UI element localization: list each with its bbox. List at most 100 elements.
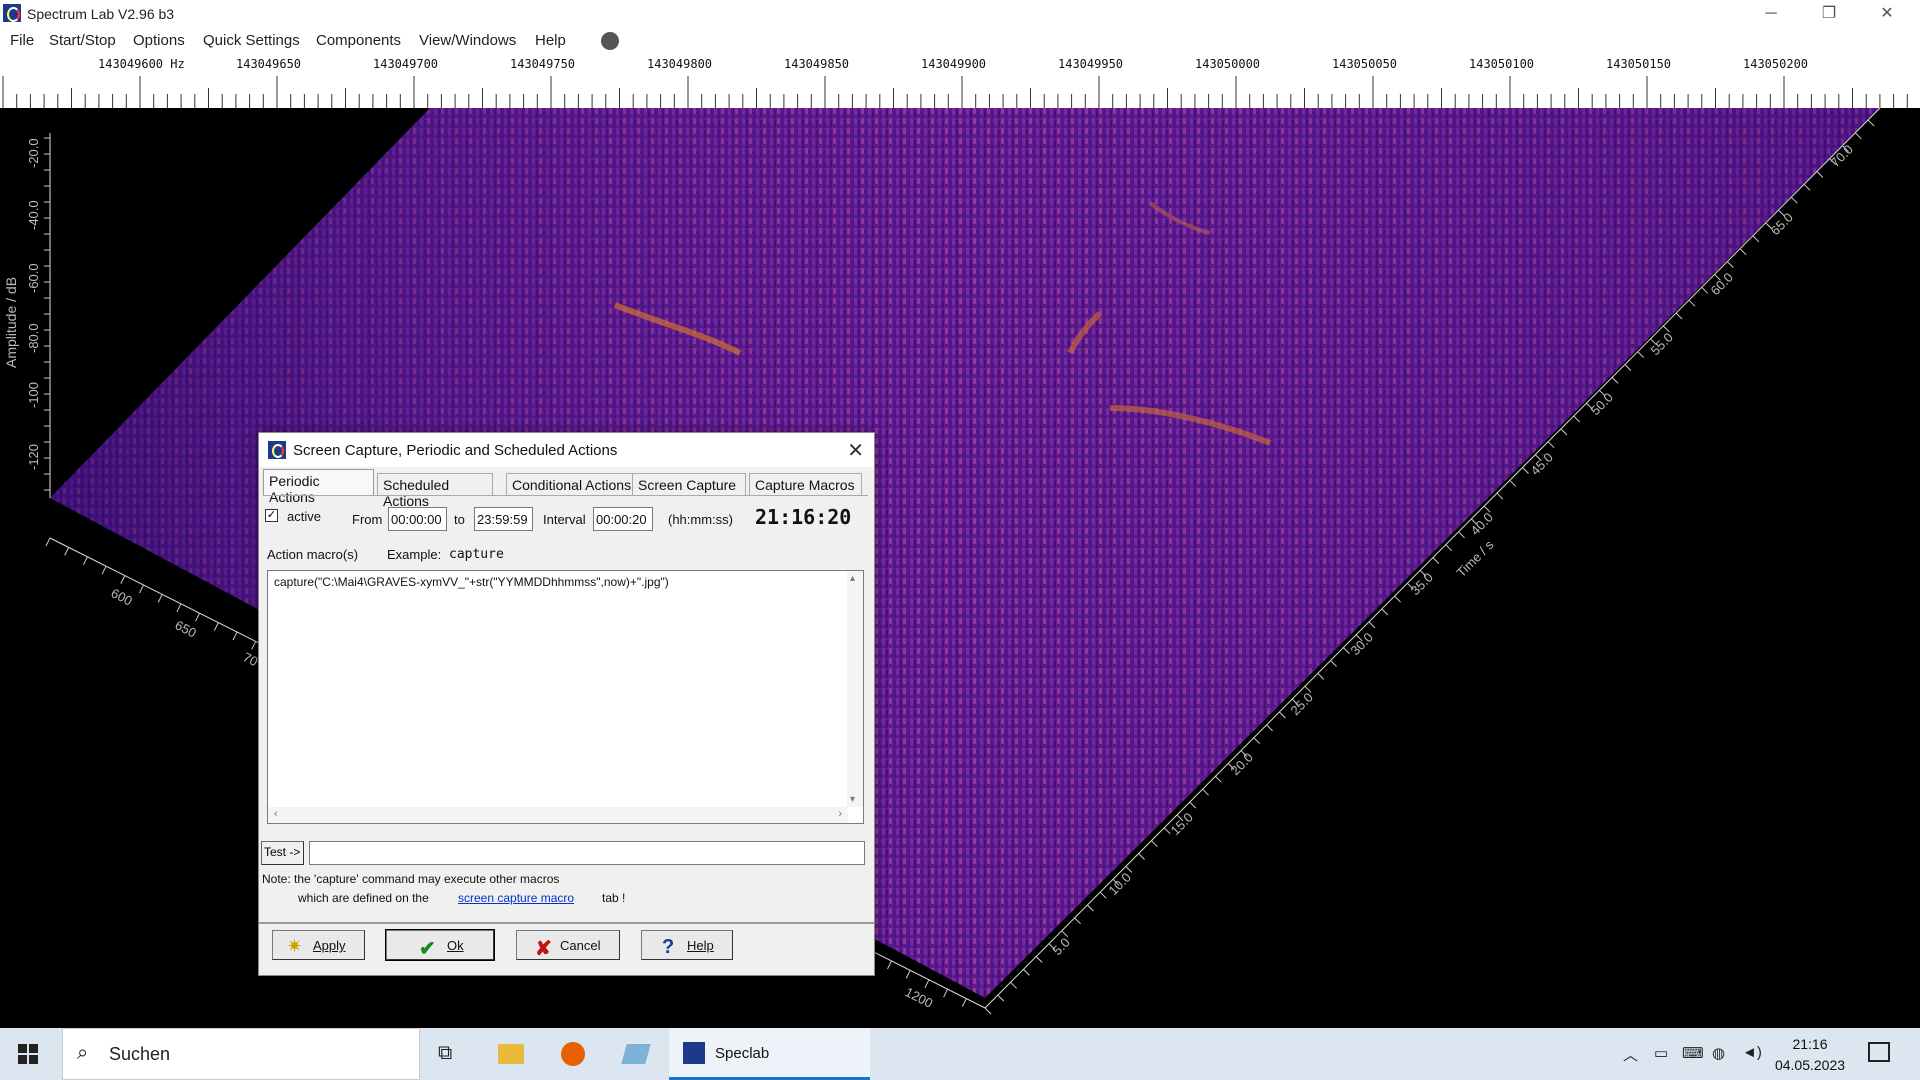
- time-axis-tick: [1138, 853, 1145, 860]
- example-label: Example:: [387, 547, 442, 562]
- tray-network-icon[interactable]: ◍: [1712, 1044, 1725, 1062]
- tab-conditional-actions[interactable]: Conditional Actions: [506, 473, 641, 495]
- test-button[interactable]: Test ->: [261, 841, 304, 865]
- time-axis-tick: [1688, 299, 1696, 307]
- tray-volume-icon[interactable]: ◄): [1742, 1044, 1762, 1061]
- macro-text[interactable]: capture("C:\Mai4\GRAVES-xymVV_"+str("YYM…: [274, 575, 669, 589]
- time-axis-tick: [1023, 969, 1030, 976]
- from-time-input[interactable]: [388, 507, 447, 531]
- tray-ime-icon[interactable]: ⌨: [1682, 1044, 1704, 1062]
- stop-indicator-icon[interactable]: [601, 32, 619, 50]
- taskbar-search-box[interactable]: ⌕ Suchen: [62, 1028, 420, 1080]
- time-axis-tick: [1790, 196, 1798, 204]
- app-shortcut-icon[interactable]: [621, 1044, 651, 1064]
- cancel-button[interactable]: ✘ Cancel: [516, 930, 620, 960]
- vertical-scrollbar[interactable]: ▴ ▾: [847, 571, 863, 807]
- amplitude-tick: -100: [26, 382, 41, 408]
- ok-button[interactable]: ✔ Ok: [385, 929, 495, 961]
- active-checkbox[interactable]: ✓: [265, 509, 278, 522]
- tab-scheduled-actions[interactable]: Scheduled Actions: [377, 473, 493, 509]
- time-axis-label: Time / s: [1454, 537, 1497, 580]
- time-axis-tick: [1547, 441, 1555, 449]
- title-bar: Spectrum Lab V2.96 b3 ─ ❐ ✕: [0, 0, 1920, 28]
- time-axis-tick: [1803, 183, 1811, 191]
- tab-periodic-actions[interactable]: Periodic Actions: [263, 469, 374, 505]
- interval-label: Interval: [543, 512, 586, 527]
- taskbar-speclab-button[interactable]: Speclab: [669, 1028, 870, 1080]
- to-time-input[interactable]: [474, 507, 533, 531]
- time-tick: 35.0: [1408, 570, 1437, 599]
- dialog-close-icon[interactable]: ✕: [847, 438, 864, 463]
- time-axis-tick: [1611, 377, 1619, 384]
- time-axis-tick: [1726, 261, 1734, 268]
- file-explorer-icon[interactable]: [498, 1044, 524, 1064]
- notification-center-icon[interactable]: [1868, 1042, 1890, 1062]
- time-axis-tick: [1560, 428, 1568, 436]
- test-command-input[interactable]: [309, 841, 865, 865]
- example-value: capture: [449, 547, 504, 562]
- apply-button[interactable]: ✷ Apply: [272, 930, 365, 960]
- time-axis-tick: [1637, 351, 1645, 358]
- time-axis-tick: [1816, 171, 1824, 178]
- question-icon: ?: [662, 936, 675, 958]
- frequency-ruler: 143049600 Hz 143049650 143049700 1430497…: [0, 54, 1920, 108]
- scroll-right-icon[interactable]: ›: [838, 808, 842, 820]
- tab-capture-macros[interactable]: Capture Macros: [749, 473, 862, 495]
- menu-start-stop[interactable]: Start/Stop: [49, 32, 116, 49]
- time-axis-tick: [1368, 621, 1376, 629]
- time-axis-tick: [1458, 531, 1465, 539]
- macro-editor[interactable]: capture("C:\Mai4\GRAVES-xymVV_"+str("YYM…: [267, 570, 864, 824]
- bin-axis-tick: [195, 612, 201, 622]
- time-axis-tick: [1189, 801, 1197, 809]
- tray-clock-time[interactable]: 21:16: [1774, 1036, 1846, 1052]
- menu-help[interactable]: Help: [535, 32, 566, 49]
- scroll-up-icon[interactable]: ▴: [850, 573, 855, 584]
- firefox-icon[interactable]: [561, 1042, 585, 1066]
- time-axis-tick: [1074, 917, 1081, 925]
- tab-screen-capture[interactable]: Screen Capture: [632, 473, 746, 495]
- task-view-icon[interactable]: ⧉: [438, 1042, 452, 1065]
- time-axis-tick: [1624, 364, 1632, 371]
- menu-options[interactable]: Options: [133, 32, 185, 49]
- time-axis-tick: [1752, 235, 1760, 243]
- interval-input[interactable]: [593, 507, 653, 531]
- scroll-left-icon[interactable]: ‹: [274, 808, 278, 820]
- scroll-down-icon[interactable]: ▾: [850, 794, 855, 805]
- time-axis-tick: [1445, 544, 1453, 552]
- horizontal-scrollbar[interactable]: ‹ ›: [268, 807, 848, 823]
- time-axis-tick: [1087, 904, 1094, 912]
- time-axis-tick: [1279, 711, 1286, 719]
- note-line-2: which are defined on the: [298, 891, 429, 905]
- menu-file[interactable]: File: [10, 32, 34, 49]
- bin-axis-tick: [139, 584, 144, 594]
- time-axis-tick: [1125, 866, 1133, 873]
- time-axis-tick: [1432, 557, 1440, 564]
- time-tick: 30.0: [1348, 630, 1377, 659]
- time-axis-tick: [1215, 775, 1222, 783]
- search-placeholder: Suchen: [109, 1044, 171, 1064]
- time-axis-tick: [1099, 891, 1107, 899]
- menu-view-windows[interactable]: View/Windows: [419, 32, 516, 49]
- close-button[interactable]: ✕: [1864, 0, 1910, 28]
- menu-quick-settings[interactable]: Quick Settings: [203, 32, 300, 49]
- tray-device-icon[interactable]: ▭: [1654, 1044, 1668, 1062]
- tray-chevron-up-icon[interactable]: ︿: [1623, 1044, 1638, 1065]
- time-axis-tick: [1854, 132, 1862, 140]
- windows-start-icon[interactable]: [18, 1044, 38, 1064]
- restore-button[interactable]: ❐: [1806, 0, 1852, 28]
- menu-components[interactable]: Components: [316, 32, 401, 49]
- minimize-button[interactable]: ─: [1748, 0, 1794, 28]
- time-axis-tick: [1202, 788, 1209, 796]
- help-button[interactable]: ? Help: [641, 930, 733, 960]
- time-axis-tick: [1867, 119, 1875, 127]
- time-axis-tick: [1381, 608, 1389, 616]
- amplitude-tick: -40.0: [26, 200, 41, 230]
- screen-capture-macro-link[interactable]: screen capture macro: [458, 891, 574, 905]
- current-time-clock: 21:16:20: [755, 505, 852, 529]
- bin-axis-tick: [101, 565, 107, 575]
- speclab-icon: [683, 1042, 705, 1064]
- action-macro-label: Action macro(s): [267, 547, 359, 562]
- bin-axis-tick: [905, 970, 911, 979]
- tray-clock-date[interactable]: 04.05.2023: [1774, 1057, 1846, 1073]
- dialog-title-bar: Screen Capture, Periodic and Scheduled A…: [259, 433, 874, 467]
